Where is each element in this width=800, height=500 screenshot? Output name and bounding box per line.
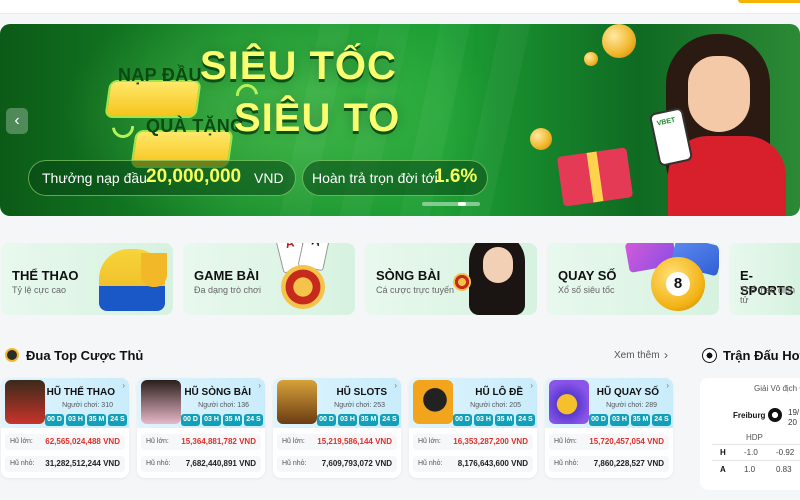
category-subtitle: Thể thao điện tử xyxy=(740,285,796,305)
top-accent xyxy=(738,0,800,3)
jackpot-thumbnail xyxy=(277,380,317,424)
jackpot-big-row: Hũ lớn: 15,720,457,054 VND xyxy=(549,434,669,450)
category-subtitle: Đa dạng trò chơi xyxy=(194,285,261,295)
odds-row-key: H xyxy=(720,448,726,457)
lottery-ball-icon: 8 xyxy=(651,257,705,311)
banner-headline-1: SIÊU TỐC xyxy=(200,44,397,88)
see-more-link[interactable]: Xem thêm xyxy=(614,350,660,361)
category-title: SÒNG BÀI xyxy=(376,268,441,283)
category-sports[interactable]: THỂ THAO Tỷ lệ cực cao xyxy=(1,243,173,315)
jackpot-name: HŨ THỂ THAO xyxy=(46,387,115,398)
jackpot-big-row: Hũ lớn: 15,364,881,782 VND xyxy=(141,434,261,450)
league-name: Giải Vô địch C xyxy=(754,384,800,393)
gift-box-icon xyxy=(556,147,634,207)
jackpot-card-lottery[interactable]: › HŨ QUAY SỐ Người chơi: 289 00 D 03 H 3… xyxy=(545,378,673,478)
jackpot-card-slots[interactable]: › HŨ SLOTS Người chơi: 253 00 D 03 H 35 … xyxy=(273,378,401,478)
jackpot-thumbnail xyxy=(413,380,453,424)
hot-match-title: Trận Đấu Hot xyxy=(723,348,800,363)
odds-line[interactable]: 1.0 xyxy=(744,465,755,474)
category-title: GAME BÀI xyxy=(194,268,259,283)
jackpot-players: Người chơi: 289 xyxy=(606,402,657,409)
chevron-right-icon[interactable]: › xyxy=(530,381,533,390)
banner-pill-1-text: NẠP ĐẦU xyxy=(118,65,202,85)
category-subtitle: Tỷ lệ cực cao xyxy=(12,285,67,295)
jackpot-name: HŨ SLOTS xyxy=(336,387,387,398)
coin-icon xyxy=(530,128,552,150)
trophy-icon xyxy=(141,253,167,287)
category-card-games[interactable]: GAME BÀI Đa dạng trò chơi A A xyxy=(183,243,355,315)
jackpot-name: HŨ LÔ ĐỀ xyxy=(475,387,523,398)
team-logo-icon xyxy=(768,408,782,422)
jackpot-thumbnail xyxy=(5,380,45,424)
market-label: HDP xyxy=(746,433,763,442)
jackpot-small-row: Hũ nhỏ: 7,860,228,527 VND xyxy=(549,456,669,472)
jackpot-thumbnail xyxy=(141,380,181,424)
reward-cashback-value: 1.6% xyxy=(434,166,478,187)
jackpot-big-row: Hũ lớn: 16,353,287,200 VND xyxy=(413,434,533,450)
chevron-right-icon[interactable]: › xyxy=(258,381,261,390)
banner-headline-2: SIÊU TO xyxy=(234,96,401,140)
odds-value[interactable]: 0.83 xyxy=(776,465,792,474)
jackpot-big-row: Hũ lớn: 15,219,586,144 VND xyxy=(277,434,397,450)
jackpot-card-lode[interactable]: › HŨ LÔ ĐỀ Người chơi: 205 00 D 03 H 35 … xyxy=(409,378,537,478)
chevron-right-icon[interactable]: › xyxy=(122,381,125,390)
jackpot-card-sports[interactable]: › HŨ THỂ THAO Người chơi: 310 00 D 03 H … xyxy=(1,378,129,478)
promo-banner[interactable]: NẠP ĐẦU SIÊU TỐC QUÀ TẶNG SIÊU TO Thưởng… xyxy=(0,24,800,216)
casino-chip-icon xyxy=(281,265,325,309)
hot-match-card[interactable]: Giải Vô địch C Freiburg 19/20 HDP H -1.0… xyxy=(700,378,800,490)
chevron-right-icon[interactable]: › xyxy=(394,381,397,390)
banner-pill-2-text: QUÀ TẶNG xyxy=(146,116,245,136)
team-name: Freiburg xyxy=(733,411,766,420)
chevron-right-icon[interactable]: › xyxy=(666,381,669,390)
odds-value[interactable]: -0.92 xyxy=(776,448,794,457)
odds-row-key: A xyxy=(720,465,726,474)
category-subtitle: Xổ số siêu tốc xyxy=(558,285,615,295)
casino-chip-icon xyxy=(453,273,471,291)
category-subtitle: Cá cược trực tuyến xyxy=(376,285,454,295)
jackpot-small-row: Hũ nhỏ: 8,176,643,600 VND xyxy=(413,456,533,472)
jackpot-small-row: Hũ nhỏ: 7,682,440,891 VND xyxy=(141,456,261,472)
jackpot-players: Người chơi: 205 xyxy=(470,402,521,409)
category-title: THỂ THAO xyxy=(12,268,79,283)
category-esports[interactable]: E-SPORTS Thể thao điện tử xyxy=(729,243,800,315)
phone-brand: VBET xyxy=(656,116,677,128)
jackpot-big-row: Hũ lớn: 62,565,024,488 VND xyxy=(5,434,125,450)
jackpot-name: HŨ QUAY SỐ xyxy=(596,387,659,398)
chevron-right-icon[interactable]: › xyxy=(664,348,668,362)
trophy-badge-icon xyxy=(5,348,19,362)
jackpot-thumbnail xyxy=(549,380,589,424)
jackpot-small-row: Hũ nhỏ: 31,282,512,244 VND xyxy=(5,456,125,472)
soccer-ball-icon xyxy=(702,348,717,363)
reward-deposit-unit: VND xyxy=(254,170,284,186)
category-list: THỂ THAO Tỷ lệ cực cao GAME BÀI Đa dạng … xyxy=(0,243,800,315)
jackpot-players: Người chơi: 136 xyxy=(198,402,249,409)
coin-icon xyxy=(584,52,598,66)
odds-line[interactable]: -1.0 xyxy=(744,448,758,457)
jackpot-players: Người chơi: 310 xyxy=(62,402,113,409)
category-lottery[interactable]: QUAY SỐ Xổ số siêu tốc 8 xyxy=(547,243,719,315)
top-bar xyxy=(0,0,800,14)
jackpot-players: Người chơi: 253 xyxy=(334,402,385,409)
jackpot-card-casino[interactable]: › HŨ SÒNG BÀI Người chơi: 136 00 D 03 H … xyxy=(137,378,265,478)
leaderboard-title: Đua Top Cược Thủ xyxy=(26,348,144,363)
carousel-indicator[interactable] xyxy=(422,202,480,206)
banner-prev-button[interactable]: ‹ xyxy=(6,108,28,134)
category-casino[interactable]: SÒNG BÀI Cá cược trực tuyến xyxy=(365,243,537,315)
match-date: 19/20 xyxy=(788,408,800,427)
reward-cashback-label: Hoàn trả trọn đời tới xyxy=(312,170,438,186)
jackpot-name: HŨ SÒNG BÀI xyxy=(184,387,251,398)
reward-deposit-label: Thưởng nạp đầu xyxy=(42,170,147,186)
jackpot-small-row: Hũ nhỏ: 7,609,793,072 VND xyxy=(277,456,397,472)
reward-deposit-value: 20,000,000 xyxy=(146,166,242,187)
coin-icon xyxy=(602,24,636,58)
category-title: QUAY SỐ xyxy=(558,268,617,283)
